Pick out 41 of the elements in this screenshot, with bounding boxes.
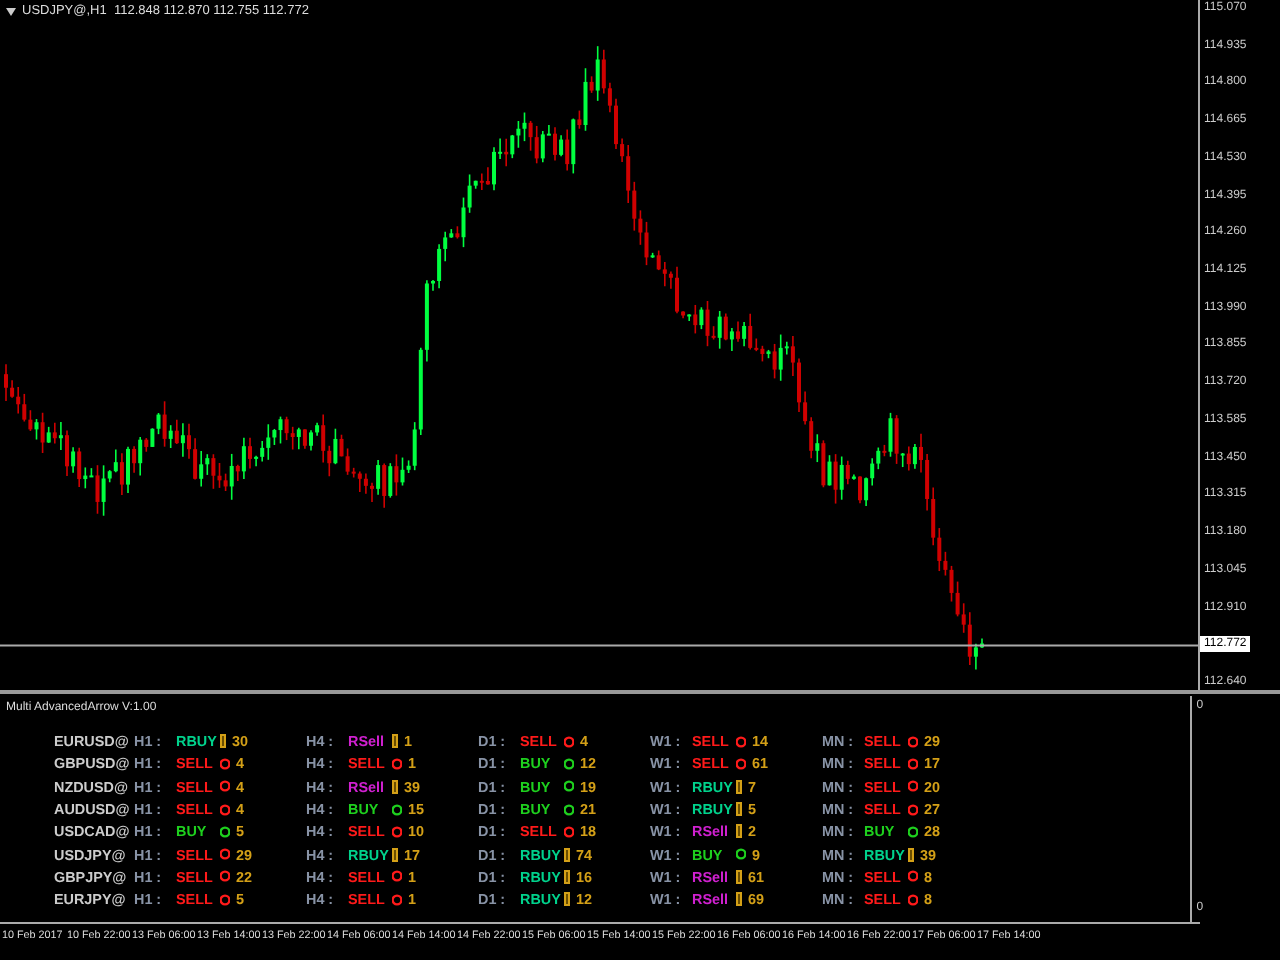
dropdown-triangle-icon[interactable] (6, 7, 16, 15)
bar-marker-icon (220, 734, 226, 749)
circle-marker-icon (564, 757, 574, 770)
circle-marker-icon (564, 803, 574, 816)
circle-marker-icon (392, 757, 402, 770)
circle-marker-icon (220, 780, 230, 793)
circle-marker-icon (908, 893, 918, 906)
circle-marker-icon (908, 780, 918, 793)
circle-marker-icon (908, 870, 918, 883)
circle-marker-icon (392, 893, 402, 906)
bar-marker-icon (392, 734, 398, 749)
circle-marker-icon (736, 757, 746, 770)
bar-marker-icon (736, 892, 742, 907)
circle-marker-icon (392, 825, 402, 838)
circle-marker-icon (908, 803, 918, 816)
bar-marker-icon (392, 779, 398, 794)
circle-marker-icon (220, 870, 230, 883)
circle-marker-icon (392, 803, 402, 816)
bar-marker-icon (736, 802, 742, 817)
bar-marker-icon (564, 847, 570, 862)
circle-marker-icon (908, 825, 918, 838)
bar-marker-icon (564, 892, 570, 907)
bar-marker-icon (736, 824, 742, 839)
bar-marker-icon (908, 847, 914, 862)
circle-marker-icon (220, 848, 230, 861)
bar-marker-icon (736, 779, 742, 794)
circle-marker-icon (220, 893, 230, 906)
bar-marker-icon (564, 869, 570, 884)
circle-marker-icon (564, 780, 574, 793)
circle-marker-icon (564, 825, 574, 838)
circle-marker-icon (736, 848, 746, 861)
circle-marker-icon (392, 870, 402, 883)
bar-marker-icon (736, 869, 742, 884)
circle-marker-icon (220, 757, 230, 770)
circle-marker-icon (220, 803, 230, 816)
circle-marker-icon (564, 735, 574, 748)
bar-marker-icon (392, 847, 398, 862)
circle-marker-icon (736, 735, 746, 748)
circle-marker-icon (908, 735, 918, 748)
circle-marker-icon (908, 757, 918, 770)
circle-marker-icon (220, 825, 230, 838)
